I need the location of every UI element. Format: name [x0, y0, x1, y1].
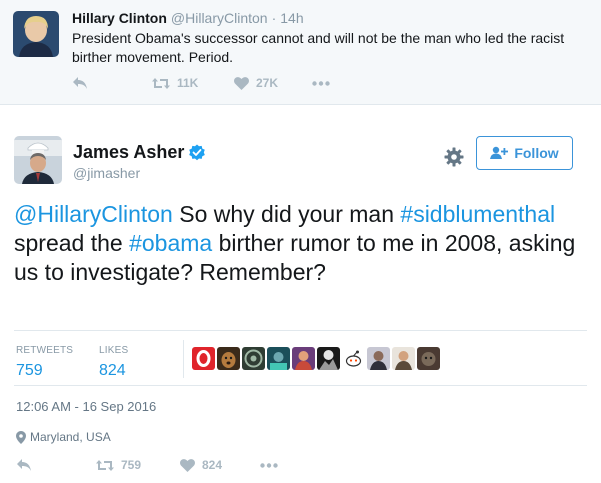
liker-avatar[interactable] [392, 347, 415, 370]
location-pin-icon [16, 430, 26, 444]
author-name-row: James Asher [73, 142, 206, 163]
reply-button[interactable] [16, 458, 32, 472]
liker-avatar[interactable] [242, 347, 265, 370]
more-button[interactable] [260, 463, 278, 468]
liker-avatar[interactable] [217, 347, 240, 370]
divider [14, 330, 587, 331]
separator-dot: · [271, 10, 277, 26]
follow-button[interactable]: Follow [476, 136, 573, 170]
hashtag-link-sidblumenthal[interactable]: #sidblumenthal [400, 201, 555, 227]
liker-avatars [192, 347, 440, 370]
liker-avatar[interactable] [192, 347, 215, 370]
tweet-text-part: So why did your man [172, 201, 401, 227]
add-user-icon [490, 146, 509, 159]
quoted-tweet[interactable]: Hillary Clinton @HillaryClinton · 14h Presi… [0, 0, 601, 105]
retweets-label: RETWEETS [16, 345, 74, 356]
retweet-count: 11K [177, 76, 199, 90]
more-icon [312, 81, 330, 86]
main-tweet-header: James Asher @jimasher Follow [14, 136, 587, 188]
hillary-avatar[interactable] [13, 11, 59, 57]
user-actions-button[interactable] [444, 147, 464, 172]
stats-divider [183, 340, 184, 378]
quoted-header: Hillary Clinton @HillaryClinton · 14h [72, 10, 304, 26]
retweet-count: 759 [121, 458, 142, 472]
reply-icon [17, 459, 31, 471]
retweet-button[interactable]: 11K [152, 76, 198, 90]
liker-avatar[interactable] [317, 347, 340, 370]
reply-button[interactable] [72, 76, 88, 90]
retweet-icon [96, 459, 114, 471]
quoted-author-name[interactable]: Hillary Clinton [72, 10, 167, 26]
like-button[interactable]: 27K [234, 76, 278, 90]
likes-stat[interactable]: LIKES 824 [99, 345, 128, 380]
follow-button-label: Follow [514, 145, 559, 161]
quoted-author-handle[interactable]: @HillaryClinton [171, 10, 268, 26]
like-count: 824 [202, 458, 223, 472]
retweets-value: 759 [16, 362, 43, 379]
main-tweet-text: @HillaryClinton So why did your man #sid… [14, 200, 589, 287]
more-button[interactable] [312, 81, 330, 86]
likes-label: LIKES [99, 345, 129, 356]
like-button[interactable]: 824 [180, 458, 222, 472]
gear-icon [444, 147, 464, 167]
liker-avatar[interactable] [292, 347, 315, 370]
liker-avatar[interactable] [417, 347, 440, 370]
reply-icon [73, 77, 87, 89]
heart-icon [180, 458, 195, 472]
quoted-timestamp[interactable]: 14h [280, 10, 303, 26]
more-icon [260, 463, 278, 468]
likes-value: 824 [99, 362, 126, 379]
liker-avatar[interactable] [267, 347, 290, 370]
heart-icon [234, 76, 249, 90]
mention-link[interactable]: @HillaryClinton [14, 201, 173, 227]
tweet-text-part: spread the [14, 230, 130, 256]
retweet-icon [152, 77, 170, 89]
author-handle[interactable]: @jimasher [73, 165, 140, 181]
verified-badge-icon [189, 144, 206, 160]
main-actions: 759 824 [16, 458, 316, 478]
liker-avatar[interactable] [367, 347, 390, 370]
tweet-timestamp[interactable]: 12:06 AM - 16 Sep 2016 [16, 399, 156, 414]
quoted-actions: 11K 27K [72, 76, 372, 96]
quoted-tweet-text: President Obama's successor cannot and w… [72, 30, 565, 65]
tweet-location[interactable]: Maryland, USA [16, 430, 111, 444]
author-name[interactable]: James Asher [73, 142, 184, 163]
divider [14, 385, 587, 386]
retweet-button[interactable]: 759 [96, 458, 141, 472]
author-avatar[interactable] [14, 136, 62, 184]
liker-avatar[interactable] [342, 347, 365, 370]
like-count: 27K [256, 76, 279, 90]
hashtag-link-obama[interactable]: #obama [129, 230, 212, 256]
location-label: Maryland, USA [30, 430, 111, 444]
retweets-stat[interactable]: RETWEETS 759 [16, 345, 73, 380]
